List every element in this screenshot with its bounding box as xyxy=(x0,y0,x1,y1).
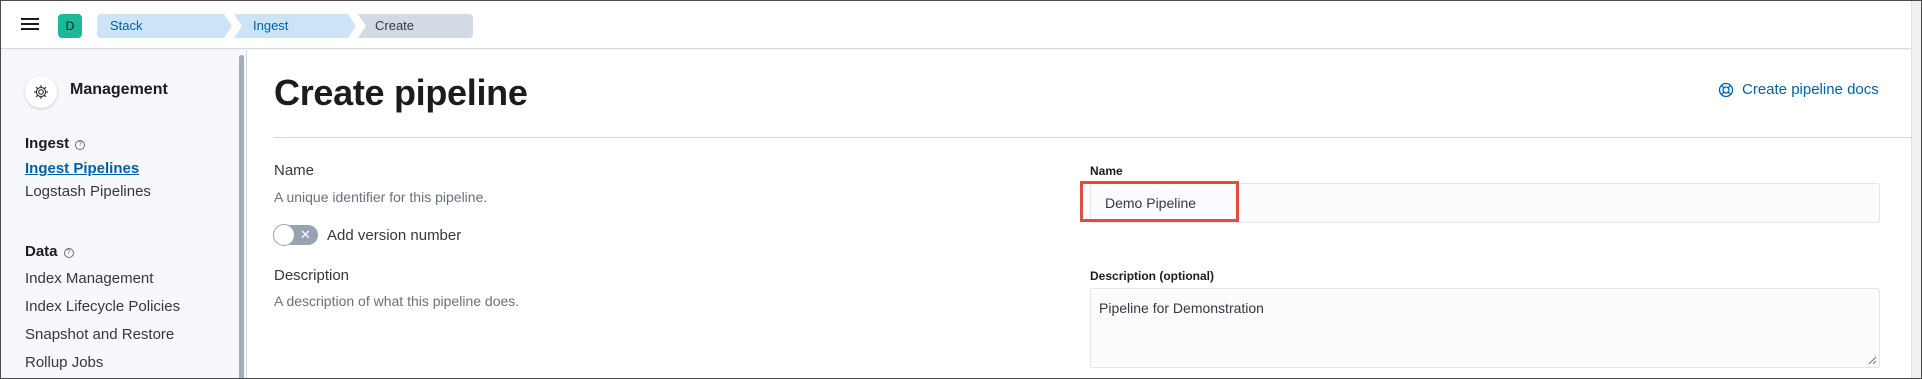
help-icon: ? xyxy=(63,248,74,258)
description-field[interactable]: Pipeline for Demonstration xyxy=(1090,288,1880,368)
description-section-description: A description of what this pipeline does… xyxy=(274,293,520,309)
sidebar-item-logstash-pipelines[interactable]: Logstash Pipelines xyxy=(25,183,151,200)
description-field-label: Description (optional) xyxy=(1090,269,1214,283)
breadcrumb-create-pipeline: Create pipeline xyxy=(358,14,473,38)
toggle-label: Add version number xyxy=(327,226,462,244)
page-title: Create pipeline xyxy=(274,72,528,113)
create-pipeline-docs-link[interactable]: Create pipeline docs xyxy=(1718,81,1879,98)
description-section-title: Description xyxy=(274,267,350,284)
sidebar-item-ingest-pipelines[interactable]: Ingest Pipelines xyxy=(25,160,139,177)
management-sidebar: Management Ingest? Ingest Pipelines Logs… xyxy=(1,50,247,378)
sidebar-item-rollup-jobs[interactable]: Rollup Jobs xyxy=(25,354,103,371)
name-field[interactable] xyxy=(1090,183,1880,223)
sidebar-scrollbar[interactable] xyxy=(239,55,244,378)
help-icon: ? xyxy=(75,140,86,150)
nav-group-ingest: Ingest? xyxy=(25,135,86,152)
gear-icon xyxy=(25,76,57,108)
name-field-label: Name xyxy=(1090,164,1123,178)
switch-knob xyxy=(273,224,295,246)
resize-handle-icon[interactable] xyxy=(1867,355,1877,365)
version-number-toggle[interactable]: ✕ Add version number xyxy=(273,224,462,246)
breadcrumb: Stack Management Ingest Pipelines Create… xyxy=(97,14,475,38)
menu-icon[interactable] xyxy=(19,15,41,35)
title-divider xyxy=(274,137,1911,138)
sidebar-item-index-lifecycle-policies[interactable]: Index Lifecycle Policies xyxy=(25,298,180,315)
breadcrumb-stack-management[interactable]: Stack Management xyxy=(97,14,232,38)
space-avatar[interactable]: D xyxy=(58,14,82,38)
nav-group-data: Data? xyxy=(25,243,74,260)
docs-link-label: Create pipeline docs xyxy=(1742,81,1879,98)
nav-group-label: Ingest xyxy=(25,135,70,152)
sidebar-item-snapshot-and-restore[interactable]: Snapshot and Restore xyxy=(25,326,174,343)
name-section-description: A unique identifier for this pipeline. xyxy=(274,189,488,205)
breadcrumb-ingest-pipelines[interactable]: Ingest Pipelines xyxy=(234,14,356,38)
page-scrollbar[interactable] xyxy=(1911,1,1921,378)
lifebuoy-icon xyxy=(1718,82,1734,97)
top-header: D Stack Management Ingest Pipelines Crea… xyxy=(1,1,1911,49)
sidebar-title: Management xyxy=(70,81,168,98)
app-window: D Stack Management Ingest Pipelines Crea… xyxy=(0,0,1922,379)
name-section-title: Name xyxy=(274,162,315,179)
main-content: Create pipeline Create pipeline docs Nam… xyxy=(248,50,1911,378)
version-switch[interactable]: ✕ xyxy=(273,224,318,246)
sidebar-item-index-management[interactable]: Index Management xyxy=(25,270,153,287)
close-icon: ✕ xyxy=(300,227,311,242)
nav-group-label: Data xyxy=(25,243,58,260)
